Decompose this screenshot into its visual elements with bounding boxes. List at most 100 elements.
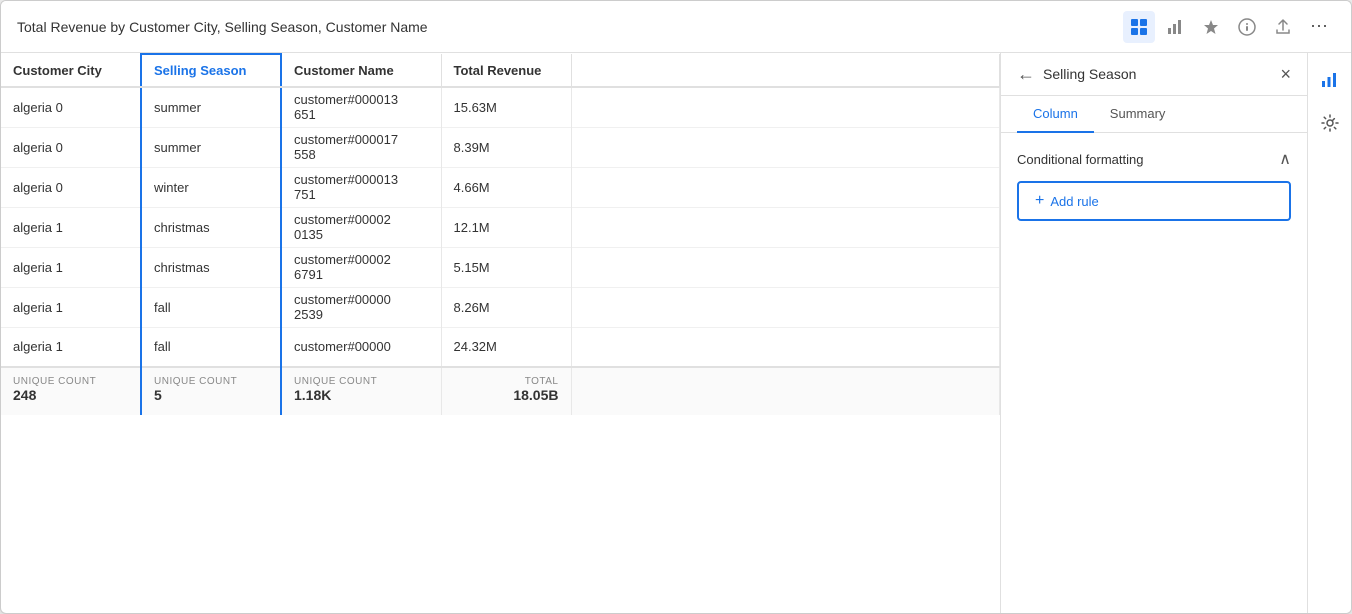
cell-spacer [571,127,1000,167]
cell-spacer [571,327,1000,367]
table-row: algeria 0 winter customer#000013751 4.66… [1,167,1000,207]
cell-revenue: 8.39M [441,127,571,167]
info-button[interactable] [1231,11,1263,43]
pin-icon [1202,18,1220,36]
cell-spacer [571,247,1000,287]
cell-spacer [571,167,1000,207]
footer-spacer [571,367,1000,415]
sidebar-settings-button[interactable] [1312,105,1348,141]
back-button[interactable]: ← [1017,65,1035,83]
cell-name: customer#000026791 [281,247,441,287]
footer-name-label: UNIQUE COUNT [294,372,429,387]
side-panel-tabs: Column Summary [1001,96,1307,133]
main-window: Total Revenue by Customer City, Selling … [0,0,1352,614]
cell-revenue: 8.26M [441,287,571,327]
cell-city: algeria 1 [1,207,141,247]
more-icon: ⋯ [1310,16,1328,37]
table-row: algeria 0 summer customer#000013651 15.6… [1,87,1000,127]
footer-revenue: TOTAL 18.05B [441,367,571,415]
add-rule-plus-icon: + [1035,193,1044,209]
section-title: Conditional formatting [1017,152,1143,167]
footer-name-value: 1.18K [294,387,429,409]
table-footer-row: UNIQUE COUNT 248 UNIQUE COUNT 5 UNIQUE C… [1,367,1000,415]
cell-city: algeria 1 [1,327,141,367]
table-area[interactable]: Customer City Selling Season Customer Na… [1,53,1001,613]
cell-city: algeria 1 [1,287,141,327]
tab-summary[interactable]: Summary [1094,96,1182,133]
share-button[interactable] [1267,11,1299,43]
gear-icon [1320,113,1340,133]
footer-city: UNIQUE COUNT 248 [1,367,141,415]
cell-revenue: 5.15M [441,247,571,287]
column-header-revenue[interactable]: Total Revenue [441,54,571,87]
cell-city: algeria 1 [1,247,141,287]
pin-button[interactable] [1195,11,1227,43]
bar-chart-icon [1166,18,1184,36]
add-rule-label: Add rule [1050,194,1098,209]
side-panel-body: Conditional formatting ∧ + Add rule [1001,133,1307,613]
cell-revenue: 24.32M [441,327,571,367]
toolbar: ⋯ [1123,11,1335,43]
section-header: Conditional formatting ∧ [1017,149,1291,169]
cell-name: customer#000013651 [281,87,441,127]
close-button[interactable]: × [1280,65,1291,83]
footer-city-label: UNIQUE COUNT [13,372,128,387]
cell-spacer [571,207,1000,247]
table-row: algeria 1 christmas customer#000020135 1… [1,207,1000,247]
column-header-city[interactable]: Customer City [1,54,141,87]
table-row: algeria 1 fall customer#00000 24.32M [1,327,1000,367]
side-panel-title: Selling Season [1043,66,1272,82]
side-panel: ← Selling Season × Column Summary Condit… [1001,53,1307,613]
column-header-season[interactable]: Selling Season [141,54,281,87]
table-row: algeria 0 summer customer#000017558 8.39… [1,127,1000,167]
table-row: algeria 1 fall customer#000002539 8.26M [1,287,1000,327]
cell-spacer [571,87,1000,127]
cell-name: customer#000013751 [281,167,441,207]
chart-icon [1320,69,1340,89]
footer-revenue-label: TOTAL [454,372,559,387]
table-header-row: Customer City Selling Season Customer Na… [1,54,1000,87]
collapse-icon: ∧ [1279,151,1291,168]
column-header-spacer [571,54,1000,87]
cell-name: customer#000017558 [281,127,441,167]
cell-city: algeria 0 [1,167,141,207]
cell-name: customer#000020135 [281,207,441,247]
more-button[interactable]: ⋯ [1303,11,1335,43]
cell-revenue: 12.1M [441,207,571,247]
cell-season: summer [141,87,281,127]
table-view-button[interactable] [1123,11,1155,43]
section-collapse-button[interactable]: ∧ [1279,149,1291,169]
cell-season: winter [141,167,281,207]
cell-revenue: 4.66M [441,167,571,207]
table-icon [1130,18,1148,36]
data-table: Customer City Selling Season Customer Na… [1,53,1000,415]
share-icon [1274,18,1292,36]
table-row: algeria 1 christmas customer#000026791 5… [1,247,1000,287]
chart-view-button[interactable] [1159,11,1191,43]
cell-spacer [571,287,1000,327]
cell-season: christmas [141,207,281,247]
add-rule-button[interactable]: + Add rule [1017,181,1291,221]
footer-revenue-value: 18.05B [454,387,559,409]
cell-name: customer#000002539 [281,287,441,327]
side-panel-header: ← Selling Season × [1001,53,1307,96]
footer-season: UNIQUE COUNT 5 [141,367,281,415]
cell-city: algeria 0 [1,87,141,127]
cell-season: summer [141,127,281,167]
back-icon: ← [1017,64,1035,84]
right-sidebar [1307,53,1351,613]
main-content: Customer City Selling Season Customer Na… [1,53,1351,613]
sidebar-chart-button[interactable] [1312,61,1348,97]
cell-season: christmas [141,247,281,287]
page-title: Total Revenue by Customer City, Selling … [17,19,1123,35]
column-header-name[interactable]: Customer Name [281,54,441,87]
info-icon [1238,18,1256,36]
footer-season-label: UNIQUE COUNT [154,372,268,387]
tab-column[interactable]: Column [1017,96,1094,133]
footer-season-value: 5 [154,387,268,409]
cell-name: customer#00000 [281,327,441,367]
cell-city: algeria 0 [1,127,141,167]
cell-season: fall [141,287,281,327]
cell-season: fall [141,327,281,367]
close-icon: × [1280,64,1291,84]
